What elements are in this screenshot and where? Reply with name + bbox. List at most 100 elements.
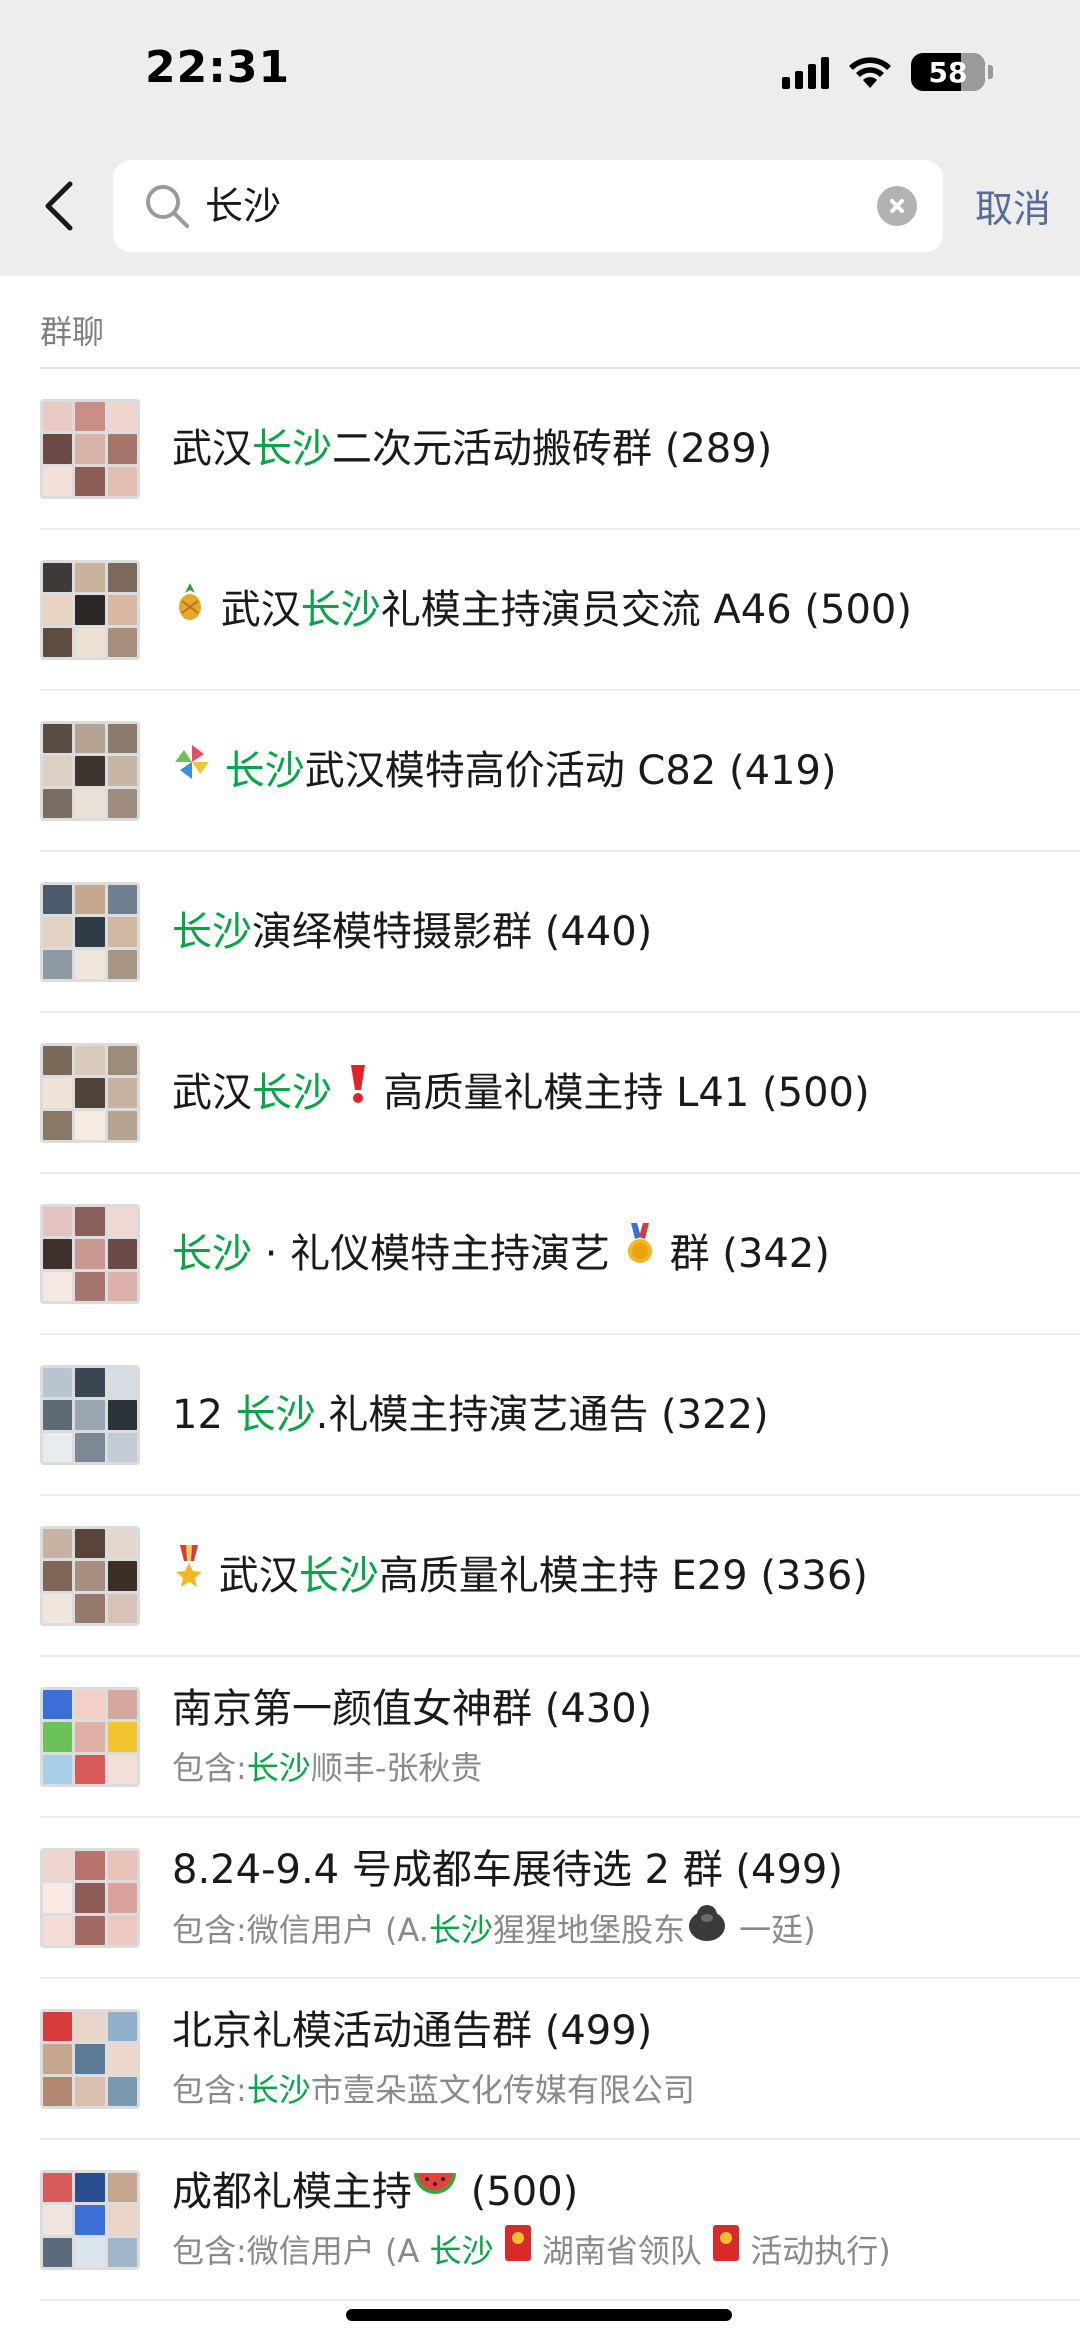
- group-chat-result-row[interactable]: 8.24-9.4 号成都车展待选 2 群 (499) 包含:微信用户 (A.长沙猩…: [0, 1818, 1080, 1979]
- group-name-text: .礼模主持演艺通告 (322): [315, 1392, 769, 1438]
- back-icon[interactable]: [40, 178, 80, 234]
- group-name-text: 群 (342): [656, 1231, 830, 1277]
- keyword-highlight: 长沙: [235, 1392, 316, 1438]
- matched-member-text: [494, 2232, 504, 2270]
- group-name-text: 武汉: [172, 1070, 252, 1116]
- group-chat-result-row[interactable]: 武汉长沙高质量礼模主持 E29 (336): [0, 1496, 1080, 1657]
- keyword-highlight: 长沙: [429, 2232, 494, 2270]
- medal-emoji-icon: [623, 1172, 657, 1333]
- keyword-highlight: 长沙: [300, 587, 381, 633]
- matched-member-text: 活动执行): [740, 2232, 891, 2270]
- group-avatar: [40, 1204, 140, 1304]
- red-envelope-emoji-icon: [504, 2224, 532, 2274]
- keyword-highlight: 长沙: [246, 2071, 311, 2109]
- group-avatar: [40, 399, 140, 499]
- status-icons: 58: [782, 50, 993, 94]
- section-label-group-chats: 群聊: [40, 313, 105, 351]
- cancel-button[interactable]: 取消: [975, 178, 1051, 233]
- gorilla-emoji-icon: [685, 1902, 729, 1954]
- group-name: 武汉长沙二次元活动搬砖群 (289): [172, 369, 772, 530]
- group-chat-result-row[interactable]: 武汉长沙二次元活动搬砖群 (289): [0, 369, 1080, 530]
- clear-search-icon[interactable]: [877, 186, 917, 226]
- pinwheel-emoji-icon: [172, 689, 212, 850]
- matched-member-info: 包含:长沙顺丰-张秋贵: [172, 1745, 482, 1791]
- battery-level: 58: [928, 55, 968, 89]
- group-chat-result-row[interactable]: 武汉长沙 高质量礼模主持 L41 (500): [0, 1013, 1080, 1174]
- red-envelope-emoji-icon: [712, 2224, 740, 2274]
- group-name-text: 礼模主持演员交流 A46 (500): [380, 587, 912, 633]
- group-chat-result-row[interactable]: 武汉长沙礼模主持演员交流 A46 (500): [0, 530, 1080, 691]
- group-name-text: [332, 1070, 345, 1116]
- group-name-text: 武汉模特高价活动 C82 (419): [304, 748, 837, 794]
- result-list: 武汉长沙二次元活动搬砖群 (289) 武汉长沙礼模主持演员交流 A46 (500…: [0, 369, 1080, 2301]
- group-avatar: [40, 1848, 140, 1948]
- group-name: 武汉长沙礼模主持演员交流 A46 (500): [172, 530, 912, 691]
- keyword-highlight: 长沙: [172, 909, 252, 955]
- group-name: 南京第一颜值女神群 (430): [172, 1679, 652, 1739]
- group-name-text: [212, 748, 225, 794]
- group-name-text: 高质量礼模主持 L41 (500): [370, 1070, 870, 1116]
- group-name: 武汉长沙 高质量礼模主持 L41 (500): [172, 1013, 870, 1174]
- group-name-text: 二次元活动搬砖群 (289): [332, 426, 773, 472]
- watermelon-emoji-icon: [412, 2160, 458, 2220]
- matched-member-info: 包含:微信用户 (A 长沙 湖南省领队 活动执行): [172, 2225, 891, 2274]
- group-name: 北京礼模活动通告群 (499): [172, 2001, 652, 2061]
- group-chat-result-row[interactable]: 长沙 · 礼仪模特主持演艺 群 (342): [0, 1174, 1080, 1335]
- group-chat-result-row[interactable]: 南京第一颜值女神群 (430) 包含:长沙顺丰-张秋贵: [0, 1657, 1080, 1818]
- group-name-text: 8.24-9.4 号成都车展待选 2 群 (499): [172, 1847, 843, 1893]
- group-avatar: [40, 560, 140, 660]
- keyword-highlight: 长沙: [172, 1231, 252, 1277]
- group-name: 长沙 · 礼仪模特主持演艺 群 (342): [172, 1174, 830, 1335]
- search-icon: [146, 185, 189, 228]
- group-name-text: 武汉: [208, 587, 301, 633]
- group-name: 成都礼模主持 (500): [172, 2162, 578, 2222]
- group-avatar: [40, 2170, 140, 2270]
- app-screen: 22:31 58 取消: [0, 0, 1080, 2341]
- group-name-text: 北京礼模活动通告群 (499): [172, 2008, 653, 2054]
- cellular-signal-icon: [782, 55, 829, 89]
- group-avatar: [40, 1043, 140, 1143]
- group-name: 12 长沙.礼模主持演艺通告 (322): [172, 1335, 769, 1496]
- group-chat-result-row[interactable]: 长沙演绎模特摄影群 (440): [0, 852, 1080, 1013]
- keyword-highlight: 长沙: [252, 426, 332, 472]
- group-name-text: 武汉: [172, 426, 252, 472]
- exclamation-emoji-icon: [345, 1011, 371, 1172]
- pineapple-emoji-icon: [172, 528, 208, 689]
- header: 22:31 58 取消: [0, 0, 1080, 276]
- group-name-text: 12: [172, 1392, 236, 1438]
- group-name-text: 成都礼模主持: [172, 2169, 412, 2215]
- group-chat-result-row[interactable]: 长沙武汉模特高价活动 C82 (419): [0, 691, 1080, 852]
- group-name-text: 南京第一颜值女神群 (430): [172, 1686, 653, 1732]
- group-name: 武汉长沙高质量礼模主持 E29 (336): [172, 1496, 868, 1657]
- group-avatar: [40, 2009, 140, 2109]
- group-avatar: [40, 721, 140, 821]
- matched-member-text: 包含:: [172, 2071, 247, 2109]
- keyword-highlight: 长沙: [298, 1553, 379, 1599]
- matched-member-text: 一廷): [728, 1911, 816, 1949]
- search-input[interactable]: [205, 160, 825, 252]
- matched-member-text: 猩猩地堡股东: [492, 1911, 685, 1949]
- matched-member-text: 市壹朵蓝文化传媒有限公司: [310, 2071, 695, 2109]
- group-name-text: · 礼仪模特主持演艺: [252, 1231, 623, 1277]
- group-chat-result-row[interactable]: 北京礼模活动通告群 (499) 包含:长沙市壹朵蓝文化传媒有限公司: [0, 1979, 1080, 2140]
- status-time: 22:31: [145, 42, 291, 93]
- group-chat-result-row[interactable]: 成都礼模主持 (500) 包含:微信用户 (A 长沙 湖南省领队 活动执行): [0, 2140, 1080, 2301]
- group-avatar: [40, 1687, 140, 1787]
- battery-icon: 58: [911, 53, 993, 91]
- matched-member-text: 湖南省领队: [531, 2232, 713, 2270]
- keyword-highlight: 长沙: [252, 1070, 332, 1116]
- group-chat-result-row[interactable]: 12 长沙.礼模主持演艺通告 (322): [0, 1335, 1080, 1496]
- group-name: 长沙演绎模特摄影群 (440): [172, 852, 652, 1013]
- wifi-icon: [849, 57, 891, 88]
- group-name: 8.24-9.4 号成都车展待选 2 群 (499): [172, 1840, 843, 1900]
- group-name-text: (500): [458, 2169, 579, 2215]
- group-name-text: 演绎模特摄影群 (440): [252, 909, 653, 955]
- group-avatar: [40, 882, 140, 982]
- search-bar[interactable]: [113, 160, 943, 252]
- matched-member-text: 包含:: [172, 1749, 247, 1787]
- matched-member-info: 包含:长沙市壹朵蓝文化传媒有限公司: [172, 2067, 695, 2113]
- keyword-highlight: 长沙: [224, 748, 305, 794]
- matched-member-text: 包含:微信用户 (A: [172, 2232, 430, 2270]
- group-name-text: 武汉: [206, 1553, 299, 1599]
- matched-member-info: 包含:微信用户 (A.长沙猩猩地堡股东 一廷): [172, 1905, 816, 1952]
